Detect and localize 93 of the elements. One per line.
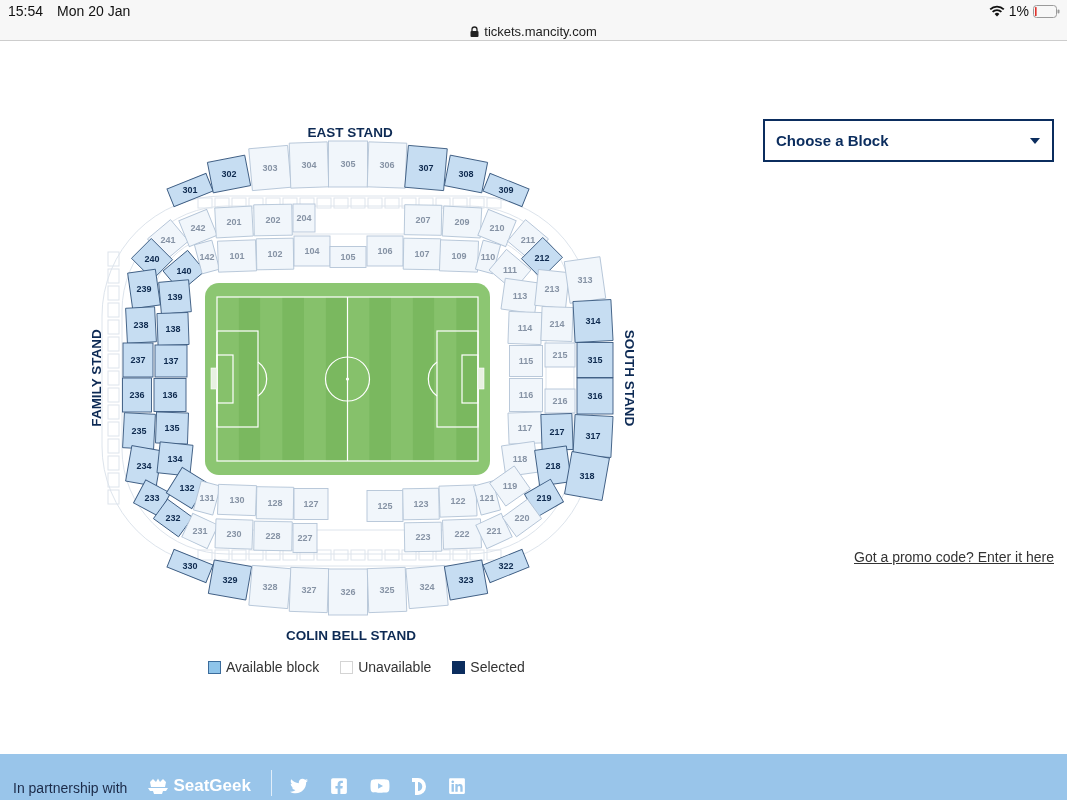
seat-block[interactable]: 115 [509,345,543,377]
seat-block[interactable]: 323 [443,559,489,601]
seat-block[interactable]: 236 [122,377,152,413]
seat-block[interactable]: 303 [248,144,292,192]
seat-block[interactable]: 123 [402,487,440,521]
youtube-icon[interactable] [369,776,390,796]
seat-block[interactable]: 139 [158,279,192,315]
address-url[interactable]: tickets.mancity.com [484,23,597,39]
seat-block[interactable]: 314 [572,299,614,343]
battery-percent: 1% [1008,3,1029,19]
seat-block[interactable]: 102 [255,237,295,271]
status-time: 15:54 [8,3,44,19]
seat-block[interactable]: 142 [193,239,221,275]
seat-block[interactable]: 318 [564,451,610,501]
seat-block[interactable]: 107 [402,237,442,271]
legend-swatch-icon [340,660,354,674]
seat-block[interactable]: 305 [328,140,368,188]
legend-label: Available block [226,659,320,675]
seat-block[interactable]: 228 [253,520,293,552]
seat-block[interactable]: 128 [255,486,295,520]
legend-label: Unavailable [358,659,432,675]
seat-block[interactable]: 138 [156,312,190,346]
stand-label: EAST STAND [307,124,393,140]
facebook-icon[interactable] [329,777,348,795]
seat-block[interactable]: 304 [288,141,330,189]
seat-block[interactable]: 227 [292,523,318,553]
seat-block[interactable]: 204 [292,203,316,233]
seat-block[interactable]: 302 [206,154,252,194]
seat-block[interactable]: 214 [540,306,574,342]
seat-block[interactable]: 223 [403,521,443,553]
seat-block[interactable]: 137 [154,344,188,378]
seat-block[interactable]: 230 [214,518,254,550]
seat-block[interactable]: 104 [293,235,331,267]
seat-block[interactable]: 215 [544,342,576,368]
partner-text: In partnership with [13,780,128,796]
legend-swatch-icon [208,660,221,674]
seat-block[interactable]: 210 [477,208,517,248]
seat-block[interactable]: 328 [248,564,292,610]
seat-block[interactable]: 316 [576,377,614,415]
caret-icon [1030,137,1040,144]
seat-block[interactable]: 237 [122,342,154,378]
seat-block[interactable]: 106 [366,235,404,267]
seat-block[interactable]: 201 [214,205,254,239]
partner-logo-text[interactable]: SeatGeek [173,776,251,796]
wifi-icon [988,5,1005,17]
seat-block[interactable]: 330 [166,548,214,584]
promo-code-link[interactable]: Got a promo code? Enter it here [854,549,1054,565]
seat-block[interactable]: 222 [442,518,482,550]
linkedin-icon[interactable] [447,777,466,795]
seat-block[interactable]: 101 [217,239,257,273]
seat-block[interactable]: 202 [253,203,293,237]
crown-icon [147,778,170,794]
seat-block[interactable]: 325 [366,566,408,614]
seat-block[interactable]: 326 [328,568,368,616]
seat-block[interactable]: 307 [404,144,448,192]
status-date: Mon 20 Jan [57,3,131,19]
seat-block[interactable]: 308 [443,154,489,194]
seat-block[interactable]: 127 [293,488,329,520]
seat-block[interactable]: 242 [178,208,218,248]
seat-block[interactable]: 125 [366,490,404,522]
seat-block[interactable]: 136 [153,378,187,412]
seat-block[interactable]: 116 [509,378,543,412]
seat-block[interactable]: 221 [475,512,513,550]
legend-label: Selected [470,659,525,675]
seat-block[interactable]: 114 [507,311,543,345]
seat-block[interactable]: 301 [166,172,214,208]
seat-block[interactable]: 109 [439,239,479,273]
seat-block[interactable]: 309 [482,172,530,208]
seat-block[interactable]: 313 [563,256,607,304]
seat-block[interactable]: 315 [576,342,614,378]
stand-label: COLIN BELL STAND [286,627,416,640]
lock-icon [470,25,480,37]
letter-d-icon[interactable] [411,777,426,795]
seat-block[interactable]: 122 [438,484,478,518]
block-select[interactable]: Choose a Block [763,119,1054,162]
stand-label: FAMILY STAND [88,329,104,427]
battery-icon [1033,4,1060,18]
seat-block[interactable]: 306 [366,141,408,189]
seat-block[interactable]: 130 [217,483,257,517]
seat-block[interactable]: 324 [405,564,449,610]
seat-block[interactable]: 238 [125,306,157,344]
seat-block[interactable]: 209 [441,205,483,239]
seat-block[interactable]: 131 [193,480,221,516]
seat-block[interactable]: 327 [288,566,330,614]
seat-block[interactable]: 216 [544,388,576,414]
stand-label: SOUTH STAND [621,329,637,427]
twitter-icon[interactable] [289,777,308,795]
seat-block[interactable]: 329 [207,559,253,601]
legend-swatch-icon [452,660,466,674]
seat-block[interactable]: 322 [482,548,530,584]
seat-block[interactable]: 207 [403,204,443,236]
seat-block[interactable]: 239 [127,268,161,310]
seat-block[interactable]: 105 [329,246,367,268]
